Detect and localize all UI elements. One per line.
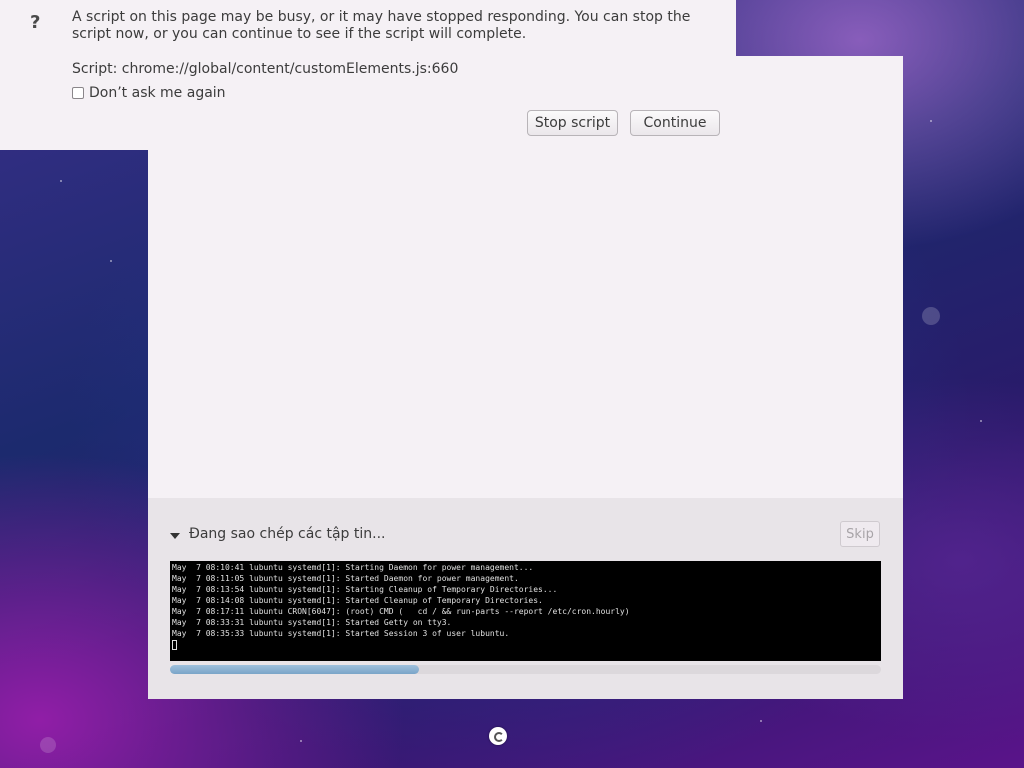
skip-button[interactable]: Skip xyxy=(840,521,880,547)
status-toggle[interactable]: Đang sao chép các tập tin... xyxy=(170,526,385,542)
log-line: May 7 08:35:33 lubuntu systemd[1]: Start… xyxy=(172,629,510,638)
background-star xyxy=(110,260,112,262)
log-line: May 7 08:33:31 lubuntu systemd[1]: Start… xyxy=(172,618,452,627)
log-line: May 7 08:11:05 lubuntu systemd[1]: Start… xyxy=(172,574,519,583)
question-icon: ? xyxy=(30,12,41,33)
background-star xyxy=(922,307,940,325)
status-text: Đang sao chép các tập tin... xyxy=(189,526,386,542)
progress-bar-fill xyxy=(170,665,419,674)
background-star xyxy=(40,737,56,753)
dont-ask-checkbox[interactable] xyxy=(72,87,84,99)
background-star xyxy=(980,420,982,422)
log-line: May 7 08:17:11 lubuntu CRON[6047]: (root… xyxy=(172,607,630,616)
background-star xyxy=(60,180,62,182)
installer-window: Đang sao chép các tập tin... Skip May 7 … xyxy=(148,56,903,699)
background-star xyxy=(930,120,932,122)
install-progress-panel: Đang sao chép các tập tin... Skip May 7 … xyxy=(148,498,903,699)
background-star xyxy=(300,740,302,742)
continue-button[interactable]: Continue xyxy=(630,110,720,136)
log-line: May 7 08:10:41 lubuntu systemd[1]: Start… xyxy=(172,563,534,572)
progress-bar xyxy=(170,665,881,674)
expander-arrow-icon[interactable] xyxy=(170,533,180,539)
dont-ask-label: Don’t ask me again xyxy=(89,85,226,101)
log-terminal[interactable]: May 7 08:10:41 lubuntu systemd[1]: Start… xyxy=(170,561,881,661)
log-line: May 7 08:13:54 lubuntu systemd[1]: Start… xyxy=(172,585,558,594)
busy-spinner-icon xyxy=(489,727,507,745)
terminal-cursor xyxy=(172,640,177,650)
dialog-message: A script on this page may be busy, or it… xyxy=(72,9,691,42)
log-line: May 7 08:14:08 lubuntu systemd[1]: Start… xyxy=(172,596,543,605)
unresponsive-script-dialog: ? A script on this page may be busy, or … xyxy=(0,0,736,150)
background-star xyxy=(760,720,762,722)
stop-script-button[interactable]: Stop script xyxy=(527,110,618,136)
dont-ask-checkbox-row[interactable]: Don’t ask me again xyxy=(72,85,226,101)
script-path: Script: chrome://global/content/customEl… xyxy=(72,61,459,77)
